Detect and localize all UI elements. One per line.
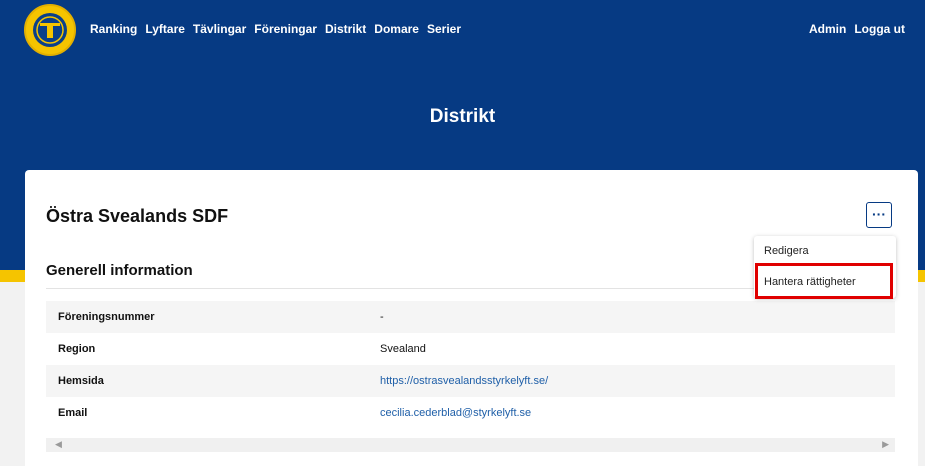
nav-distrikt[interactable]: Distrikt: [325, 22, 366, 36]
user-nav: Admin Logga ut: [809, 22, 905, 36]
admin-link[interactable]: Admin: [809, 22, 846, 36]
nav-ranking[interactable]: Ranking: [90, 22, 137, 36]
row-value: Svealand: [380, 343, 426, 355]
row-value: cecilia.cederblad@styrkelyft.se: [368, 397, 895, 429]
menu-item-edit[interactable]: Redigera: [764, 245, 809, 257]
horizontal-scrollbar[interactable]: ◀ ▶: [46, 438, 895, 452]
row-key: Email: [58, 407, 88, 419]
highlight-box: [755, 263, 893, 299]
row-value: https://ostrasvealandsstyrkelyft.se/: [368, 365, 895, 397]
row-key: Hemsida: [46, 365, 368, 397]
page: Ranking Lyftare Tävlingar Föreningar Dis…: [0, 0, 925, 466]
federation-logo[interactable]: [24, 4, 76, 56]
scroll-right-icon[interactable]: ▶: [882, 439, 889, 450]
email-link[interactable]: cecilia.cederblad@styrkelyft.se: [380, 407, 531, 419]
row-key: Föreningsnummer: [46, 301, 368, 333]
website-link[interactable]: https://ostrasvealandsstyrkelyft.se/: [380, 375, 548, 387]
nav-foreningar[interactable]: Föreningar: [254, 22, 317, 36]
row-value: -: [368, 301, 895, 333]
more-actions-button[interactable]: ···: [866, 202, 892, 228]
federation-logo-icon: [33, 13, 67, 47]
page-title: Distrikt: [429, 106, 496, 127]
district-name: Östra Svealands SDF: [46, 206, 229, 226]
nav-tavlingar[interactable]: Tävlingar: [193, 22, 246, 36]
main-nav: Ranking Lyftare Tävlingar Föreningar Dis…: [90, 22, 461, 36]
table-row: Email cecilia.cederblad@styrkelyft.se: [46, 397, 895, 429]
district-card: Östra Svealands SDF ··· Generell informa…: [25, 170, 918, 466]
logout-link[interactable]: Logga ut: [854, 22, 905, 36]
row-key: Region: [58, 343, 96, 355]
table-row: Hemsida https://ostrasvealandsstyrkelyft…: [46, 365, 895, 397]
nav-serier[interactable]: Serier: [427, 22, 461, 36]
table-row: Region Svealand: [46, 333, 895, 365]
scroll-left-icon[interactable]: ◀: [55, 439, 62, 450]
section-title: Generell information: [46, 262, 193, 279]
nav-lyftare[interactable]: Lyftare: [145, 22, 185, 36]
nav-domare[interactable]: Domare: [374, 22, 419, 36]
info-table: Föreningsnummer - Region Svealand Hemsid…: [46, 301, 895, 429]
table-row: Föreningsnummer -: [46, 301, 895, 333]
